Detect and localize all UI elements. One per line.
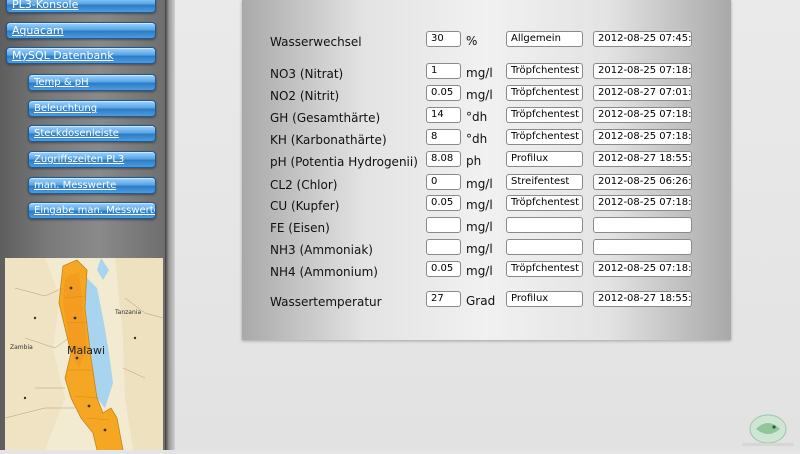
value-field-nh4[interactable]: 0.05 bbox=[426, 261, 461, 277]
row-label-gh: GH (Gesamthärte) bbox=[270, 111, 381, 125]
timestamp-field-no2[interactable]: 2012-08-27 07:01:53 bbox=[593, 85, 692, 101]
value-field-wasserwechsel[interactable]: 30 bbox=[426, 31, 461, 47]
value-field-kh[interactable]: 8 bbox=[426, 129, 461, 145]
source-field-wassertemperatur[interactable]: Profilux bbox=[506, 291, 583, 307]
row-label-ph: pH (Potentia Hydrogenii) bbox=[270, 155, 418, 169]
nav-subitem-label: Temp & pH bbox=[34, 77, 89, 88]
source-field-no2[interactable]: Tröpfchentest bbox=[506, 85, 583, 101]
row-label-cl2: CL2 (Chlor) bbox=[270, 178, 338, 192]
unit-label-wasserwechsel: % bbox=[466, 34, 478, 48]
timestamp-field-nh4[interactable]: 2012-08-25 07:18:12 bbox=[593, 261, 692, 277]
unit-label-no2: mg/l bbox=[466, 88, 493, 102]
timestamp-field-cu[interactable]: 2012-08-25 07:18:12 bbox=[593, 195, 692, 211]
unit-label-wassertemperatur: Grad bbox=[466, 294, 496, 308]
nav-subitem-temp-ph[interactable]: Temp & pH bbox=[28, 74, 156, 91]
timestamp-field-no3[interactable]: 2012-08-25 07:18:12 bbox=[593, 63, 692, 79]
value-field-fe[interactable] bbox=[426, 217, 461, 233]
unit-label-nh4: mg/l bbox=[466, 264, 493, 278]
value-field-ph[interactable]: 8.08 bbox=[426, 151, 461, 167]
watermark-logo bbox=[736, 405, 800, 450]
timestamp-field-kh[interactable]: 2012-08-25 07:18:12 bbox=[593, 129, 692, 145]
fish-logo-icon bbox=[742, 414, 794, 446]
value-field-cl2[interactable]: 0 bbox=[426, 174, 461, 190]
value-field-gh[interactable]: 14 bbox=[426, 107, 461, 123]
nav-item-mysql-datenbank[interactable]: MySQL Datenbank bbox=[6, 47, 156, 64]
nav-subitem-zugriffszeiten[interactable]: Zugriffszeiten PL3 bbox=[28, 151, 156, 168]
value-field-cu[interactable]: 0.05 bbox=[426, 195, 461, 211]
row-label-no2: NO2 (Nitrit) bbox=[270, 89, 340, 103]
nav-subitem-label: Zugriffszeiten PL3 bbox=[34, 154, 125, 165]
nav-subitem-label: Eingabe man. Messwerte bbox=[34, 205, 156, 216]
timestamp-field-ph[interactable]: 2012-08-27 18:55:24 bbox=[593, 151, 692, 167]
timestamp-field-wassertemperatur[interactable]: 2012-08-27 18:55:24 bbox=[593, 291, 692, 307]
source-field-wasserwechsel[interactable]: Allgemein bbox=[506, 31, 583, 47]
nav-subitem-label: Steckdosenleiste bbox=[34, 128, 119, 139]
source-field-fe[interactable] bbox=[506, 217, 583, 233]
nav-subitem-label: man. Messwerte bbox=[34, 180, 117, 191]
map-label-malawi: Malawi bbox=[67, 344, 106, 357]
value-field-no3[interactable]: 1 bbox=[426, 63, 461, 79]
nav-subitem-steckdosenleiste[interactable]: Steckdosenleiste bbox=[28, 125, 156, 142]
row-label-cu: CU (Kupfer) bbox=[270, 199, 340, 213]
source-field-cu[interactable]: Tröpfchentest bbox=[506, 195, 583, 211]
row-label-nh3: NH3 (Ammoniak) bbox=[270, 243, 373, 257]
source-field-nh4[interactable]: Tröpfchentest bbox=[506, 261, 583, 277]
timestamp-field-cl2[interactable]: 2012-08-25 06:26:16 bbox=[593, 174, 692, 190]
source-field-no3[interactable]: Tröpfchentest bbox=[506, 63, 583, 79]
value-field-no2[interactable]: 0.05 bbox=[426, 85, 461, 101]
unit-label-cl2: mg/l bbox=[466, 177, 493, 191]
nav-item-label: PL3-Konsole bbox=[12, 0, 79, 11]
timestamp-field-fe[interactable] bbox=[593, 217, 692, 233]
source-field-gh[interactable]: Tröpfchentest bbox=[506, 107, 583, 123]
source-field-nh3[interactable] bbox=[506, 239, 583, 255]
map-label-tanzania: Tanzania bbox=[115, 309, 142, 316]
timestamp-field-gh[interactable]: 2012-08-25 07:18:12 bbox=[593, 107, 692, 123]
sidebar-divider bbox=[165, 0, 175, 450]
row-label-wasserwechsel: Wasserwechsel bbox=[270, 35, 362, 49]
row-label-wassertemperatur: Wassertemperatur bbox=[270, 295, 382, 309]
nav-subitem-eingabe-messwerte[interactable]: Eingabe man. Messwerte bbox=[28, 202, 156, 219]
nav-item-aquacam[interactable]: Aquacam bbox=[6, 22, 156, 39]
unit-label-fe: mg/l bbox=[466, 220, 493, 234]
row-label-no3: NO3 (Nitrat) bbox=[270, 67, 344, 81]
unit-label-gh: °dh bbox=[466, 110, 488, 124]
value-field-nh3[interactable] bbox=[426, 239, 461, 255]
nav-item-label: MySQL Datenbank bbox=[12, 49, 114, 62]
row-label-fe: FE (Eisen) bbox=[270, 221, 330, 235]
unit-label-no3: mg/l bbox=[466, 66, 493, 80]
nav-subitem-beleuchtung[interactable]: Beleuchtung bbox=[28, 100, 156, 117]
row-label-kh: KH (Karbonathärte) bbox=[270, 133, 387, 147]
unit-label-kh: °dh bbox=[466, 132, 488, 146]
nav-subitem-man-messwerte[interactable]: man. Messwerte bbox=[28, 177, 156, 194]
nav-subitem-label: Beleuchtung bbox=[34, 103, 98, 114]
timestamp-field-nh3[interactable] bbox=[593, 239, 692, 255]
nav-item-pl3-konsole[interactable]: PL3-Konsole bbox=[6, 0, 156, 13]
source-field-cl2[interactable]: Streifentest bbox=[506, 174, 583, 190]
unit-label-ph: ph bbox=[466, 154, 482, 168]
timestamp-field-wasserwechsel[interactable]: 2012-08-25 07:45:35 bbox=[593, 31, 692, 47]
nav-item-label: Aquacam bbox=[12, 24, 64, 37]
value-field-wassertemperatur[interactable]: 27 bbox=[426, 291, 461, 307]
unit-label-cu: mg/l bbox=[466, 198, 493, 212]
unit-label-nh3: mg/l bbox=[466, 242, 493, 256]
malawi-map: Malawi Tanzania Zambia bbox=[5, 258, 163, 450]
measurement-panel bbox=[242, 0, 731, 340]
map-label-zambia: Zambia bbox=[10, 344, 33, 351]
row-label-nh4: NH4 (Ammonium) bbox=[270, 265, 378, 279]
source-field-kh[interactable]: Tröpfchentest bbox=[506, 129, 583, 145]
source-field-ph[interactable]: Profilux bbox=[506, 151, 583, 167]
